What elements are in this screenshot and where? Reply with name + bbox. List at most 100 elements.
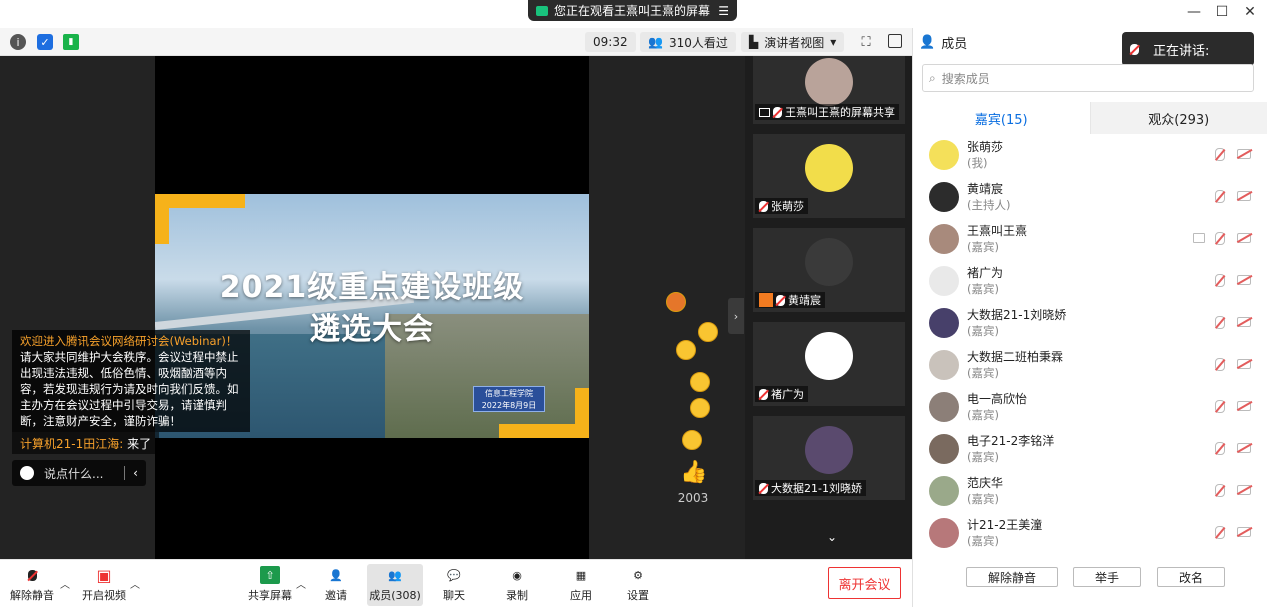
member-role: (嘉宾) bbox=[967, 240, 999, 254]
camera-off-icon[interactable] bbox=[1237, 233, 1251, 243]
member-name: 大数据二班柏秉霖 bbox=[967, 350, 1064, 364]
member-row[interactable]: 电子21-2李铭洋 (嘉宾) bbox=[913, 428, 1267, 470]
screen-share-notice[interactable]: 您正在观看王熹叫王熹的屏幕 ☰ bbox=[528, 0, 737, 21]
mic-muted-icon[interactable] bbox=[1215, 442, 1225, 455]
member-row[interactable]: 计21-2王美潼 (嘉宾) bbox=[913, 512, 1267, 554]
participant-tile[interactable]: 黄靖宸 bbox=[753, 228, 905, 312]
participant-name-tag: 张萌莎 bbox=[755, 198, 808, 214]
slide-badge-date: 2022年8月9日 bbox=[481, 401, 537, 410]
member-row[interactable]: 大数据21-1刘晓娇 (嘉宾) bbox=[913, 302, 1267, 344]
member-name: 黄靖宸 bbox=[967, 182, 1004, 196]
info-icon[interactable]: i bbox=[10, 34, 26, 50]
camera-off-icon[interactable] bbox=[1237, 149, 1251, 159]
raise-hand-button[interactable]: 举手 bbox=[1073, 567, 1141, 587]
participant-tile[interactable]: 大数据21-1刘晓娇 bbox=[753, 416, 905, 500]
member-search-input[interactable]: ⌕ 搜索成员 bbox=[922, 64, 1254, 92]
tab-guests[interactable]: 嘉宾(15) bbox=[913, 102, 1091, 134]
avatar bbox=[929, 182, 959, 212]
member-row[interactable]: 王熹叫王熹 (嘉宾) bbox=[913, 218, 1267, 260]
chevron-up-icon[interactable]: ︿ bbox=[60, 576, 70, 591]
chevron-up-icon[interactable]: ︿ bbox=[296, 576, 306, 591]
camera-off-icon[interactable] bbox=[1237, 191, 1251, 201]
collapse-thumbnails-icon[interactable]: › bbox=[728, 298, 744, 334]
mic-muted-icon[interactable] bbox=[1215, 190, 1225, 203]
signal-icon[interactable]: ▮ bbox=[63, 34, 79, 50]
member-row[interactable]: 张萌莎 (我) bbox=[913, 134, 1267, 176]
tab-audience[interactable]: 观众(293) bbox=[1090, 102, 1267, 134]
add-user-icon: 👤 bbox=[329, 568, 343, 582]
speaking-label: 正在讲话: bbox=[1153, 43, 1210, 59]
viewers-button[interactable]: 👥 310人看过 bbox=[640, 32, 736, 52]
mic-muted-icon bbox=[759, 482, 768, 494]
emoji-icon[interactable] bbox=[20, 466, 34, 480]
mic-muted-icon[interactable] bbox=[1215, 526, 1225, 539]
maximize-icon[interactable]: ☐ bbox=[1212, 4, 1232, 20]
unmute-button[interactable]: 解除静音 bbox=[10, 564, 54, 606]
participant-name-tag: 大数据21-1刘晓娇 bbox=[755, 480, 866, 496]
member-role: (嘉宾) bbox=[967, 324, 999, 338]
start-video-button[interactable]: ▣ 开启视频 bbox=[82, 564, 126, 606]
chevron-up-icon[interactable]: ︿ bbox=[130, 576, 140, 591]
list-icon[interactable]: ☰ bbox=[718, 4, 729, 18]
reaction-emoji bbox=[698, 322, 718, 342]
chat-label: 聊天 bbox=[443, 589, 465, 602]
fullscreen-icon[interactable]: ⛶ bbox=[858, 34, 874, 50]
member-row[interactable]: 黄靖宸 (主持人) bbox=[913, 176, 1267, 218]
camera-off-icon[interactable] bbox=[1237, 359, 1251, 369]
reaction-emoji bbox=[682, 430, 702, 450]
camera-off-icon[interactable] bbox=[1237, 527, 1251, 537]
member-row[interactable]: 褚广为 (嘉宾) bbox=[913, 260, 1267, 302]
sidebar-toggle-icon[interactable] bbox=[888, 34, 902, 48]
mic-muted-icon bbox=[776, 294, 785, 306]
chat-sender: 计算机21-1田江海: bbox=[20, 436, 124, 451]
apps-button[interactable]: ▦ 应用 bbox=[570, 564, 592, 606]
members-button[interactable]: 👥 成员(308) bbox=[367, 564, 423, 606]
chat-button[interactable]: 💬 聊天 bbox=[443, 564, 465, 606]
mic-muted-icon[interactable] bbox=[1215, 484, 1225, 497]
minimize-icon[interactable]: — bbox=[1184, 4, 1204, 20]
mic-muted-icon[interactable] bbox=[1215, 316, 1225, 329]
member-row[interactable]: 大数据二班柏秉霖 (嘉宾) bbox=[913, 344, 1267, 386]
leave-meeting-button[interactable]: 离开会议 bbox=[828, 567, 901, 599]
participant-name: 大数据21-1刘晓娇 bbox=[771, 482, 862, 495]
participant-tile[interactable]: 褚广为 bbox=[753, 322, 905, 406]
bottom-toolbar: 解除静音 ︿ ▣ 开启视频 ︿ ⇧ 共享屏幕 ︿ 👤 邀请 👥 成员(308) … bbox=[0, 559, 912, 607]
participant-tile[interactable]: 王熹叫王熹的屏幕共享 bbox=[753, 56, 905, 124]
shield-icon[interactable]: ✓ bbox=[37, 34, 53, 50]
invite-button[interactable]: 👤 邀请 bbox=[325, 564, 347, 606]
member-role: (我) bbox=[967, 156, 988, 170]
chevron-down-icon[interactable]: ⌄ bbox=[810, 530, 854, 544]
avatar bbox=[929, 224, 959, 254]
camera-off-icon[interactable] bbox=[1237, 317, 1251, 327]
mic-muted-icon[interactable] bbox=[1215, 274, 1225, 287]
close-icon[interactable]: ✕ bbox=[1240, 4, 1260, 20]
chat-notice: 欢迎进入腾讯会议网络研讨会(Webinar)！ 请大家共同维护大会秩序。会议过程… bbox=[12, 330, 250, 432]
camera-off-icon[interactable] bbox=[1237, 275, 1251, 285]
avatar bbox=[929, 518, 959, 548]
mic-muted-icon[interactable] bbox=[1215, 400, 1225, 413]
unmute-all-button[interactable]: 解除静音 bbox=[966, 567, 1058, 587]
member-role: (嘉宾) bbox=[967, 366, 999, 380]
participant-tile[interactable]: 张萌莎 bbox=[753, 134, 905, 218]
collapse-chat-icon[interactable]: ‹ bbox=[124, 466, 146, 480]
camera-off-icon[interactable] bbox=[1237, 443, 1251, 453]
thumbs-up-icon[interactable]: 👍 bbox=[680, 460, 707, 485]
mic-muted-icon[interactable] bbox=[1215, 148, 1225, 161]
share-screen-button[interactable]: ⇧ 共享屏幕 bbox=[248, 564, 292, 606]
rename-button[interactable]: 改名 bbox=[1157, 567, 1225, 587]
camera-off-icon[interactable] bbox=[1237, 485, 1251, 495]
record-button[interactable]: ◉ 录制 bbox=[506, 564, 528, 606]
mic-muted-icon bbox=[759, 388, 768, 400]
view-mode-select[interactable]: ▙ 演讲者视图 ▾ bbox=[741, 32, 845, 52]
mic-muted-icon[interactable] bbox=[1215, 232, 1225, 245]
member-name: 褚广为 bbox=[967, 266, 1004, 280]
apps-grid-icon: ▦ bbox=[575, 568, 587, 582]
camera-off-icon[interactable] bbox=[1237, 401, 1251, 411]
member-row[interactable]: 电一高欣怡 (嘉宾) bbox=[913, 386, 1267, 428]
chat-input[interactable]: 说点什么... ‹ bbox=[12, 460, 146, 486]
member-row[interactable]: 范庆华 (嘉宾) bbox=[913, 470, 1267, 512]
settings-button[interactable]: ⚙ 设置 bbox=[627, 564, 649, 606]
speaking-indicator: 正在讲话: bbox=[1122, 32, 1254, 66]
member-name: 大数据21-1刘晓娇 bbox=[967, 308, 1067, 322]
mic-muted-icon[interactable] bbox=[1215, 358, 1225, 371]
